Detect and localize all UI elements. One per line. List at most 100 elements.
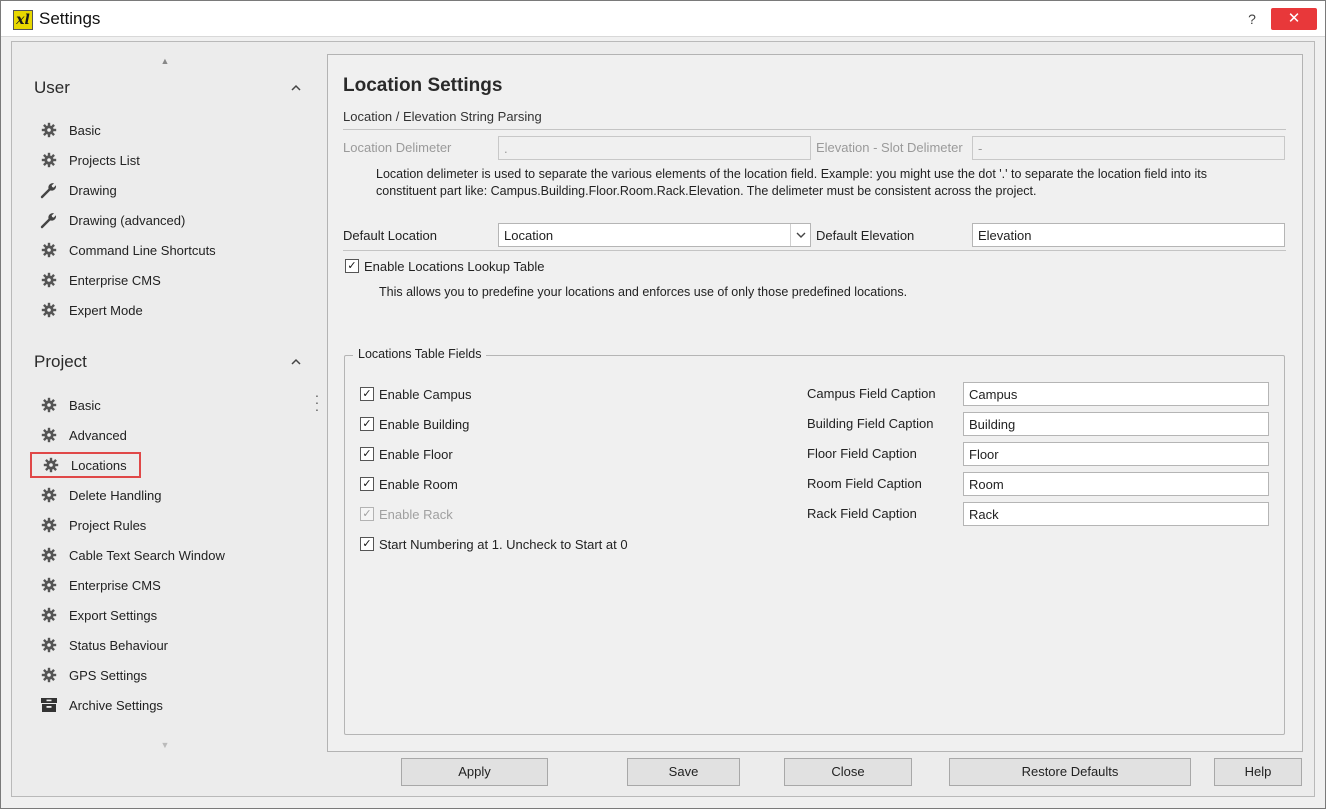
splitter-handle-icon[interactable]: · · ·: [314, 388, 320, 416]
delimeter-description-line-2: constituent part like: Campus.Building.F…: [376, 184, 1037, 198]
campus-field-caption-input[interactable]: Campus: [963, 382, 1269, 406]
chevron-up-icon[interactable]: [288, 352, 304, 372]
sidebar-item-project-cable-text-search-window[interactable]: Cable Text Search Window: [30, 542, 237, 568]
wrench-icon: [40, 211, 58, 229]
user-group-title: User: [34, 78, 70, 97]
sidebar-item-project-advanced[interactable]: Advanced: [30, 422, 139, 448]
enable-room-checkbox[interactable]: ✓ Enable Room: [360, 474, 458, 494]
checkbox-box[interactable]: ✓: [360, 417, 374, 431]
start-numbering-label: Start Numbering at 1. Uncheck to Start a…: [379, 536, 628, 552]
floor-field-caption-label: Floor Field Caption: [807, 446, 917, 461]
room-field-caption-label: Room Field Caption: [807, 476, 922, 491]
gear-icon: [40, 301, 58, 319]
checkbox-box[interactable]: ✓: [345, 259, 359, 273]
elevation-delimeter-label: Elevation - Slot Delimeter: [816, 140, 963, 155]
rack-field-caption-input[interactable]: Rack: [963, 502, 1269, 526]
enable-lookup-table-checkbox[interactable]: ✓ Enable Locations Lookup Table: [345, 256, 544, 276]
title-help-button[interactable]: ?: [1244, 9, 1260, 29]
enable-lookup-table-label: Enable Locations Lookup Table: [364, 258, 545, 274]
sidebar-item-user-expert-mode[interactable]: Expert Mode: [30, 297, 155, 323]
checkbox-box[interactable]: ✓: [360, 387, 374, 401]
enable-rack-checkbox: ✓ Enable Rack: [360, 504, 453, 524]
archive-icon: [40, 696, 58, 714]
building-field-caption-input[interactable]: Building: [963, 412, 1269, 436]
gear-icon: [40, 666, 58, 684]
enable-campus-label: Enable Campus: [379, 386, 472, 402]
sidebar-item-label: Delete Handling: [69, 487, 162, 503]
gear-icon: [40, 426, 58, 444]
sidebar-item-label: Command Line Shortcuts: [69, 242, 216, 258]
gear-icon: [40, 486, 58, 504]
title-bar: xl Settings ? ✕: [1, 1, 1325, 37]
section-divider: [343, 129, 1286, 130]
enable-building-checkbox[interactable]: ✓ Enable Building: [360, 414, 469, 434]
sidebar-item-project-status-behaviour[interactable]: Status Behaviour: [30, 632, 180, 658]
delimeter-description-line-1: Location delimeter is used to separate t…: [376, 167, 1207, 181]
help-button[interactable]: Help: [1214, 758, 1302, 786]
sidebar-item-user-basic[interactable]: Basic: [30, 117, 113, 143]
apply-button[interactable]: Apply: [401, 758, 548, 786]
room-field-caption-input[interactable]: Room: [963, 472, 1269, 496]
save-button[interactable]: Save: [627, 758, 740, 786]
sidebar-scroll-down-icon[interactable]: ▼: [160, 740, 170, 750]
project-group-header[interactable]: Project: [34, 352, 304, 376]
building-field-caption-label: Building Field Caption: [807, 416, 934, 431]
enable-floor-checkbox[interactable]: ✓ Enable Floor: [360, 444, 453, 464]
window-title: Settings: [39, 9, 101, 28]
sidebar-item-user-command-line-shortcuts[interactable]: Command Line Shortcuts: [30, 237, 228, 263]
enable-floor-label: Enable Floor: [379, 446, 453, 462]
sidebar-item-label: Drawing: [69, 182, 117, 198]
checkbox-box[interactable]: ✓: [360, 537, 374, 551]
gear-icon: [40, 241, 58, 259]
chevron-down-icon[interactable]: [790, 224, 810, 246]
sidebar-item-label: Locations: [71, 457, 127, 473]
sidebar-item-label: Expert Mode: [69, 302, 143, 318]
sidebar-item-label: Drawing (advanced): [69, 212, 186, 228]
default-location-dropdown[interactable]: Location: [498, 223, 811, 247]
project-group-title: Project: [34, 352, 87, 371]
sidebar-item-project-archive-settings[interactable]: Archive Settings: [30, 692, 175, 718]
sidebar-item-project-project-rules[interactable]: Project Rules: [30, 512, 158, 538]
location-delimeter-input[interactable]: .: [498, 136, 811, 160]
sidebar-item-user-enterprise-cms[interactable]: Enterprise CMS: [30, 267, 173, 293]
start-numbering-checkbox[interactable]: ✓ Start Numbering at 1. Uncheck to Start…: [360, 534, 628, 554]
lookup-table-description: This allows you to predefine your locati…: [379, 285, 908, 299]
user-group-header[interactable]: User: [34, 78, 304, 102]
close-button[interactable]: Close: [784, 758, 912, 786]
sidebar-item-label: Project Rules: [69, 517, 147, 533]
enable-campus-checkbox[interactable]: ✓ Enable Campus: [360, 384, 472, 404]
window-close-button[interactable]: ✕: [1271, 8, 1317, 30]
section-divider: [343, 250, 1286, 251]
restore-defaults-button[interactable]: Restore Defaults: [949, 758, 1191, 786]
enable-room-label: Enable Room: [379, 476, 458, 492]
checkbox-box[interactable]: ✓: [360, 447, 374, 461]
sidebar-item-label: GPS Settings: [69, 667, 148, 683]
gear-icon: [40, 271, 58, 289]
sidebar-item-project-locations[interactable]: Locations: [30, 452, 141, 478]
sidebar-item-user-projects-list[interactable]: Projects List: [30, 147, 152, 173]
sidebar-item-label: Projects List: [69, 152, 140, 168]
sidebar-item-project-enterprise-cms[interactable]: Enterprise CMS: [30, 572, 173, 598]
sidebar-item-user-drawing-advanced[interactable]: Drawing (advanced): [30, 207, 197, 233]
sidebar-item-project-delete-handling[interactable]: Delete Handling: [30, 482, 174, 508]
sidebar-item-label: Basic: [69, 397, 101, 413]
sidebar-scroll-up-icon[interactable]: ▲: [160, 56, 170, 66]
sidebar-item-project-basic[interactable]: Basic: [30, 392, 113, 418]
gear-icon: [40, 121, 58, 139]
gear-icon: [42, 456, 60, 474]
dialog-body: ▲ User Basic Projects List Drawing Drawing …: [11, 41, 1315, 797]
sidebar-item-user-drawing[interactable]: Drawing: [30, 177, 129, 203]
location-delimeter-label: Location Delimeter: [343, 140, 452, 155]
elevation-delimeter-input[interactable]: -: [972, 136, 1285, 160]
groupbox-title: Locations Table Fields: [353, 347, 487, 361]
checkbox-box[interactable]: ✓: [360, 477, 374, 491]
floor-field-caption-input[interactable]: Floor: [963, 442, 1269, 466]
enable-building-label: Enable Building: [379, 416, 470, 432]
locations-table-fields-group: Locations Table Fields ✓ Enable Campus Cam…: [344, 347, 1285, 735]
enable-rack-label: Enable Rack: [379, 506, 453, 522]
sidebar-item-project-gps-settings[interactable]: GPS Settings: [30, 662, 159, 688]
sidebar-item-project-export-settings[interactable]: Export Settings: [30, 602, 169, 628]
sidebar-item-label: Archive Settings: [69, 697, 163, 713]
chevron-up-icon[interactable]: [288, 78, 304, 98]
default-elevation-input[interactable]: Elevation: [972, 223, 1285, 247]
